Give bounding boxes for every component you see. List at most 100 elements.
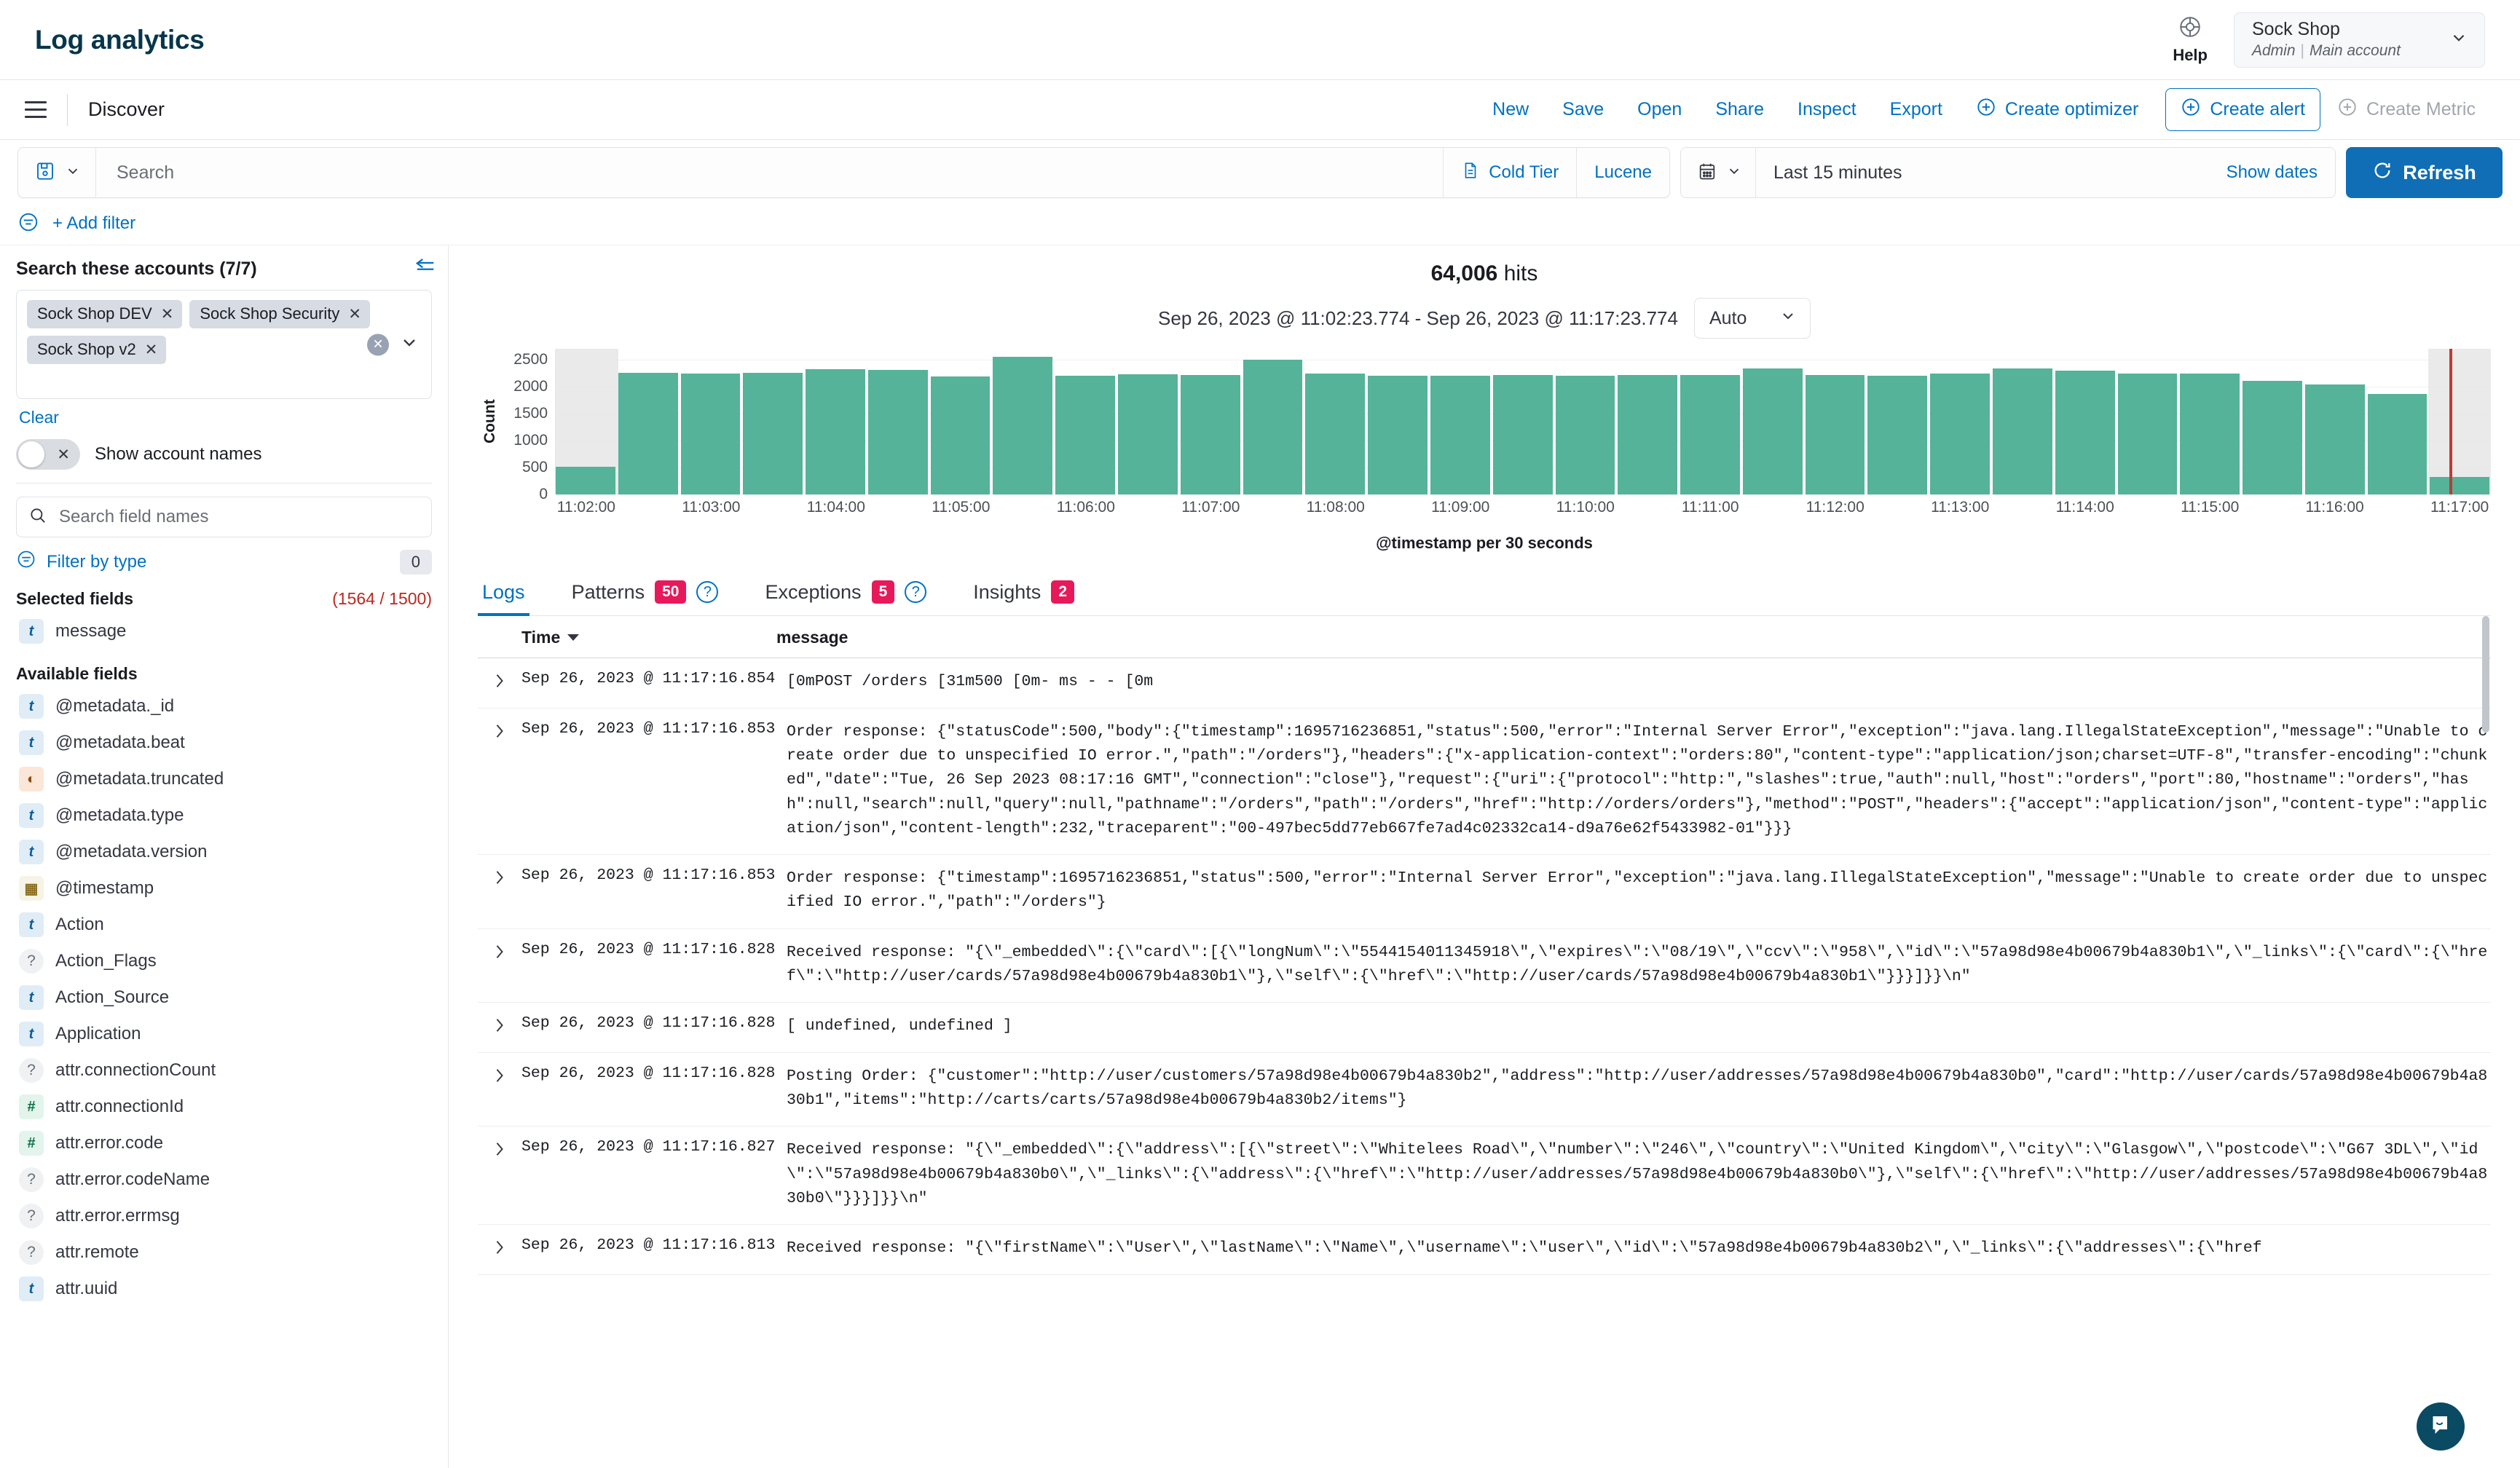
sidebar-field-@metadata.type[interactable]: t@metadata.type (16, 797, 432, 834)
sidebar-field-@metadata._id[interactable]: t@metadata._id (16, 688, 432, 725)
sidebar-field-attr.connectionId[interactable]: #attr.connectionId (16, 1089, 432, 1125)
sidebar-field-Action_Flags[interactable]: ?Action_Flags (16, 943, 432, 979)
collapse-sidebar-icon[interactable] (414, 257, 436, 280)
chart-bar[interactable] (743, 373, 803, 494)
add-filter-button[interactable]: + Add filter (52, 213, 135, 234)
chart-bar[interactable] (1430, 376, 1490, 494)
chart-bar[interactable] (1556, 376, 1615, 494)
sidebar-field-Action[interactable]: tAction (16, 907, 432, 943)
chart-bar[interactable] (2368, 394, 2428, 494)
tab-patterns[interactable]: Patterns50? (567, 570, 742, 615)
nav-new-button[interactable]: New (1476, 99, 1546, 120)
chart-bar[interactable] (1368, 376, 1428, 494)
filter-icon[interactable] (17, 211, 39, 237)
sidebar-field-Action_Source[interactable]: tAction_Source (16, 979, 432, 1016)
nav-open-button[interactable]: Open (1621, 99, 1698, 120)
table-scrollbar[interactable] (2482, 616, 2489, 1468)
close-icon[interactable]: ✕ (145, 341, 158, 359)
chart-bar[interactable] (2055, 371, 2115, 494)
refresh-button[interactable]: Refresh (2346, 147, 2503, 198)
chart-plot-area[interactable] (555, 349, 2491, 494)
sidebar-field-@metadata.truncated[interactable]: ◐@metadata.truncated (16, 761, 432, 797)
chart-bar[interactable] (2180, 374, 2240, 494)
tab-exceptions[interactable]: Exceptions5? (760, 570, 950, 615)
nav-export-button[interactable]: Export (1873, 99, 1959, 120)
message-column-header[interactable]: message (776, 628, 2491, 647)
chart-bar[interactable] (1243, 360, 1303, 494)
show-account-names-toggle[interactable]: ✕ (16, 439, 80, 470)
help-question-icon[interactable]: ? (905, 581, 926, 603)
tab-insights[interactable]: Insights2 (969, 570, 1098, 615)
chart-bar[interactable] (806, 369, 865, 494)
chart-bar[interactable] (1743, 368, 1803, 494)
search-input[interactable] (115, 162, 1443, 184)
cold-tier-button[interactable]: Cold Tier (1443, 148, 1576, 197)
expand-row-button[interactable] (478, 867, 521, 915)
sidebar-field-attr.connectionCount[interactable]: ?attr.connectionCount (16, 1052, 432, 1089)
sidebar-field-attr.remote[interactable]: ?attr.remote (16, 1234, 432, 1271)
expand-row-button[interactable] (478, 1236, 521, 1260)
sidebar-field-attr.error.errmsg[interactable]: ?attr.error.errmsg (16, 1198, 432, 1234)
chart-bar[interactable] (1993, 368, 2052, 494)
chart-bar[interactable] (2305, 384, 2365, 494)
scrollbar-thumb[interactable] (2482, 616, 2489, 733)
nav-save-button[interactable]: Save (1546, 99, 1621, 120)
chart-bar[interactable] (556, 467, 615, 494)
account-pill[interactable]: Sock Shop Security ✕ (189, 300, 370, 328)
clear-selection-icon[interactable]: ✕ (367, 334, 389, 355)
chart-bar[interactable] (1181, 375, 1240, 494)
time-column-header[interactable]: Time (521, 628, 776, 647)
tab-logs[interactable]: Logs (478, 571, 548, 615)
chart-bar[interactable] (1930, 374, 1990, 494)
chart-bar[interactable] (1055, 376, 1115, 494)
sidebar-field-@metadata.version[interactable]: t@metadata.version (16, 834, 432, 870)
expand-row-button[interactable] (478, 670, 521, 694)
chart-bar[interactable] (618, 373, 678, 494)
chart-bar[interactable] (1305, 374, 1365, 494)
sidebar-field-attr.error.codeName[interactable]: ?attr.error.codeName (16, 1161, 432, 1198)
create-alert-button[interactable]: Create alert (2165, 88, 2320, 131)
filter-by-type-button[interactable]: Filter by type (16, 549, 146, 575)
interval-select[interactable]: Auto (1694, 298, 1811, 339)
sidebar-field-attr.uuid[interactable]: tattr.uuid (16, 1271, 432, 1307)
show-dates-button[interactable]: Show dates (2209, 148, 2335, 197)
nav-inspect-button[interactable]: Inspect (1781, 99, 1873, 120)
chart-bar[interactable] (931, 376, 991, 494)
search-field-names-input[interactable] (58, 506, 420, 528)
saved-query-button[interactable] (18, 148, 96, 197)
help-button[interactable]: Help (2173, 15, 2208, 65)
account-pill[interactable]: Sock Shop DEV ✕ (27, 300, 182, 328)
chart-bar[interactable] (1493, 375, 1553, 494)
expand-row-button[interactable] (478, 1138, 521, 1211)
chart-bar[interactable] (2430, 477, 2489, 494)
accounts-combobox[interactable]: Sock Shop DEV ✕ Sock Shop Security ✕ Soc… (16, 290, 432, 399)
chart-bar[interactable] (1118, 374, 1178, 494)
close-icon[interactable]: ✕ (161, 305, 174, 323)
menu-icon[interactable] (17, 92, 54, 128)
sidebar-field-@metadata.beat[interactable]: t@metadata.beat (16, 725, 432, 761)
chart-bar[interactable] (2118, 374, 2178, 494)
expand-row-button[interactable] (478, 720, 521, 842)
expand-row-button[interactable] (478, 1065, 521, 1113)
account-switcher[interactable]: Sock Shop Admin|Main account (2234, 12, 2485, 68)
chart-bar[interactable] (993, 357, 1052, 494)
query-language-button[interactable]: Lucene (1576, 148, 1669, 197)
expand-row-button[interactable] (478, 941, 521, 990)
nav-share-button[interactable]: Share (1698, 99, 1781, 120)
chart-bar[interactable] (681, 374, 741, 494)
sidebar-field-attr.error.code[interactable]: #attr.error.code (16, 1125, 432, 1161)
chart-bar[interactable] (868, 370, 928, 494)
close-icon[interactable]: ✕ (348, 305, 361, 323)
chevron-down-icon[interactable] (399, 333, 420, 357)
sidebar-field-Application[interactable]: tApplication (16, 1016, 432, 1052)
account-pill[interactable]: Sock Shop v2 ✕ (27, 336, 166, 364)
chat-support-button[interactable] (2417, 1402, 2465, 1451)
chart-bar[interactable] (1806, 375, 1865, 494)
chart-bar[interactable] (1867, 376, 1927, 494)
calendar-quick-select-button[interactable] (1681, 148, 1756, 197)
chart-bar[interactable] (2243, 381, 2302, 494)
clear-accounts-link[interactable]: Clear (19, 408, 59, 427)
create-optimizer-button[interactable]: Create optimizer (1959, 97, 2155, 122)
sidebar-field-message[interactable]: tmessage (16, 613, 432, 650)
chart-bar[interactable] (1618, 375, 1677, 494)
